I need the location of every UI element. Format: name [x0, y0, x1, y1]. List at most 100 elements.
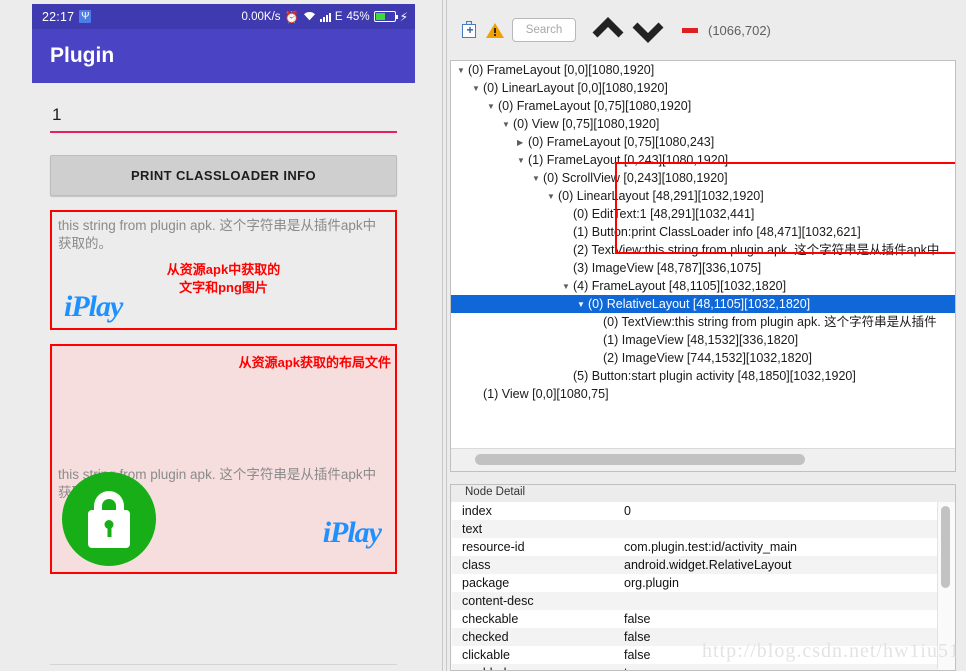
- device-screenshot-pane: 22:17 Ψ 0.00K/s ⏰ E 45% ⚡ Plugin 1 PRINT…: [0, 0, 440, 671]
- node-detail-value: false: [624, 630, 651, 644]
- node-detail-scroll-thumb[interactable]: [941, 506, 950, 588]
- android-status-bar: 22:17 Ψ 0.00K/s ⏰ E 45% ⚡: [32, 4, 415, 29]
- status-bar-left: 22:17 Ψ: [42, 10, 92, 24]
- status-bar-right: 0.00K/s ⏰ E 45% ⚡: [242, 10, 408, 24]
- tree-node[interactable]: (1) View [0,0][1080,75]: [451, 385, 955, 403]
- tree-node[interactable]: (0) EditText:1 [48,291][1032,441]: [451, 205, 955, 223]
- tree-node[interactable]: (0) FrameLayout [0,75][1080,1920]: [451, 97, 955, 115]
- print-classloader-info-label: PRINT CLASSLOADER INFO: [130, 168, 317, 183]
- node-detail-row: index 0: [452, 502, 938, 520]
- tree-node-label: (2) TextView:this string from plugin apk…: [573, 243, 940, 257]
- chevron-down-icon[interactable]: [547, 188, 558, 206]
- edit-text-field[interactable]: 1: [50, 83, 397, 133]
- node-tree-list[interactable]: (0) FrameLayout [0,0][1080,1920] (0) Line…: [451, 61, 955, 449]
- chevron-right-icon[interactable]: [517, 134, 528, 152]
- node-detail-row: enabledtrue: [452, 664, 938, 670]
- cursor-coordinates: (1066,702): [708, 22, 771, 38]
- minus-icon[interactable]: [682, 27, 698, 33]
- chevron-down-icon[interactable]: [562, 278, 573, 296]
- search-input[interactable]: Search: [512, 18, 576, 42]
- device-screenshot[interactable]: 22:17 Ψ 0.00K/s ⏰ E 45% ⚡ Plugin 1 PRINT…: [32, 4, 415, 671]
- chevron-down-icon[interactable]: [628, 13, 668, 47]
- alarm-icon: ⏰: [284, 11, 299, 24]
- iplay-logo-small: iPlay: [64, 290, 123, 323]
- screenshot-root: 22:17 Ψ 0.00K/s ⏰ E 45% ⚡ Plugin 1 PRINT…: [0, 0, 966, 671]
- chevron-down-icon[interactable]: [502, 116, 513, 134]
- tree-node[interactable]: (2) ImageView [744,1532][1032,1820]: [451, 349, 955, 367]
- node-detail-table: index 0 text resource-id com.plugin.test:id/…: [452, 502, 938, 670]
- node-detail-panel: Node Detail index 0 text resource-id com.plu…: [450, 484, 956, 671]
- node-detail-value: false: [624, 612, 651, 626]
- warning-icon[interactable]: [486, 21, 504, 39]
- tree-node-label: (0) LinearLayout [0,0][1080,1920]: [483, 81, 668, 95]
- tree-node-selected[interactable]: (0) RelativeLayout [48,1105][1032,1820]: [451, 295, 955, 313]
- node-detail-value: com.plugin.test:id/activity_main: [624, 540, 797, 554]
- tree-node[interactable]: (0) FrameLayout [0,75][1080,243]: [451, 133, 955, 151]
- node-detail-key: clickable: [462, 648, 510, 662]
- network-speed-label: 0.00K/s: [241, 10, 281, 23]
- node-detail-key: package: [462, 576, 510, 590]
- tree-node[interactable]: (5) Button:start plugin activity [48,185…: [451, 367, 955, 385]
- tree-node-label: (0) LinearLayout [48,291][1032,1920]: [558, 189, 764, 203]
- node-detail-scrollbar[interactable]: [937, 502, 954, 669]
- tree-node[interactable]: (4) FrameLayout [48,1105][1032,1820]: [451, 277, 955, 295]
- charging-bolt-icon: ⚡: [399, 9, 408, 24]
- battery-percent-label: 45%: [346, 10, 370, 23]
- tree-node-label: (1) ImageView [48,1532][336,1820]: [603, 333, 799, 347]
- tree-node-label: (0) View [0,75][1080,1920]: [513, 117, 660, 131]
- tree-node[interactable]: (0) LinearLayout [0,0][1080,1920]: [451, 79, 955, 97]
- node-detail-row: class android.widget.RelativeLayout: [452, 556, 938, 574]
- node-detail-value: false: [624, 648, 651, 662]
- tree-node-label: (1) View [0,0][1080,75]: [483, 387, 609, 401]
- chevron-down-icon[interactable]: [457, 62, 468, 80]
- tree-node[interactable]: (1) Button:print ClassLoader info [48,47…: [451, 223, 955, 241]
- chevron-down-icon[interactable]: [517, 152, 528, 170]
- tree-node[interactable]: (0) LinearLayout [48,291][1032,1920]: [451, 187, 955, 205]
- uiautomator-viewer-pane: + Search (1066,702) (0) FrameLayout [0,0…: [440, 0, 966, 671]
- node-detail-key: index: [462, 504, 492, 518]
- node-detail-value: [624, 520, 938, 538]
- edit-text-underline: [50, 131, 397, 133]
- node-detail-title: Node Detail: [451, 485, 955, 502]
- node-detail-key: text: [462, 522, 483, 536]
- tree-node[interactable]: (0) View [0,75][1080,1920]: [451, 115, 955, 133]
- chevron-down-icon[interactable]: [487, 98, 498, 116]
- node-detail-row: text: [452, 520, 938, 538]
- iplay-logo-large: iPlay: [322, 516, 382, 549]
- tree-hscroll-thumb[interactable]: [475, 454, 805, 465]
- tree-node-label: (5) Button:start plugin activity [48,185…: [573, 369, 856, 383]
- tree-node[interactable]: (1) ImageView [48,1532][336,1820]: [451, 331, 955, 349]
- node-tree-panel[interactable]: (0) FrameLayout [0,0][1080,1920] (0) Line…: [450, 60, 956, 472]
- viewer-toolbar: + Search (1066,702): [450, 0, 966, 60]
- chevron-down-icon[interactable]: [532, 170, 543, 188]
- plugin-textview-text: this string from plugin apk. 这个字符串是从插件ap…: [58, 218, 377, 252]
- tree-horizontal-scrollbar[interactable]: [451, 448, 955, 471]
- chevron-up-icon[interactable]: [588, 13, 628, 47]
- tree-node[interactable]: (0) FrameLayout [0,0][1080,1920]: [451, 61, 955, 79]
- node-detail-row: package org.plugin: [452, 574, 938, 592]
- node-detail-value: [624, 592, 938, 610]
- node-detail-value: 0: [624, 504, 631, 518]
- node-detail-key: checked: [462, 630, 509, 644]
- plugin-layout-box: 从资源apk获取的布局文件 this string from plugin ap…: [50, 344, 397, 574]
- copy-node-icon[interactable]: +: [460, 21, 478, 39]
- lock-keyhole: [104, 520, 114, 537]
- tree-node-label: (0) ScrollView [0,243][1080,1920]: [543, 171, 728, 185]
- node-detail-row: resource-id com.plugin.test:id/activity_m…: [452, 538, 938, 556]
- usb-icon: Ψ: [79, 10, 92, 23]
- node-detail-key: resource-id: [462, 540, 525, 554]
- chevron-down-icon[interactable]: [472, 80, 483, 98]
- tree-node-label: (0) EditText:1 [48,291][1032,441]: [573, 207, 755, 221]
- tree-node[interactable]: (2) TextView:this string from plugin apk…: [451, 241, 955, 259]
- print-classloader-info-button[interactable]: PRINT CLASSLOADER INFO: [50, 155, 397, 196]
- tree-node[interactable]: (1) FrameLayout [0,243][1080,1920]: [451, 151, 955, 169]
- chevron-down-icon[interactable]: [577, 296, 588, 314]
- signal-bars-icon: [319, 12, 331, 22]
- annotation-layout-file: 从资源apk获取的布局文件: [238, 355, 391, 370]
- tree-node[interactable]: (3) ImageView [48,787][336,1075]: [451, 259, 955, 277]
- node-detail-value: android.widget.RelativeLayout: [624, 558, 792, 572]
- tree-node[interactable]: (0) ScrollView [0,243][1080,1920]: [451, 169, 955, 187]
- tree-node[interactable]: (0) TextView:this string from plugin apk…: [451, 313, 955, 331]
- bottom-divider: [50, 664, 397, 665]
- node-detail-row: checkable false: [452, 610, 938, 628]
